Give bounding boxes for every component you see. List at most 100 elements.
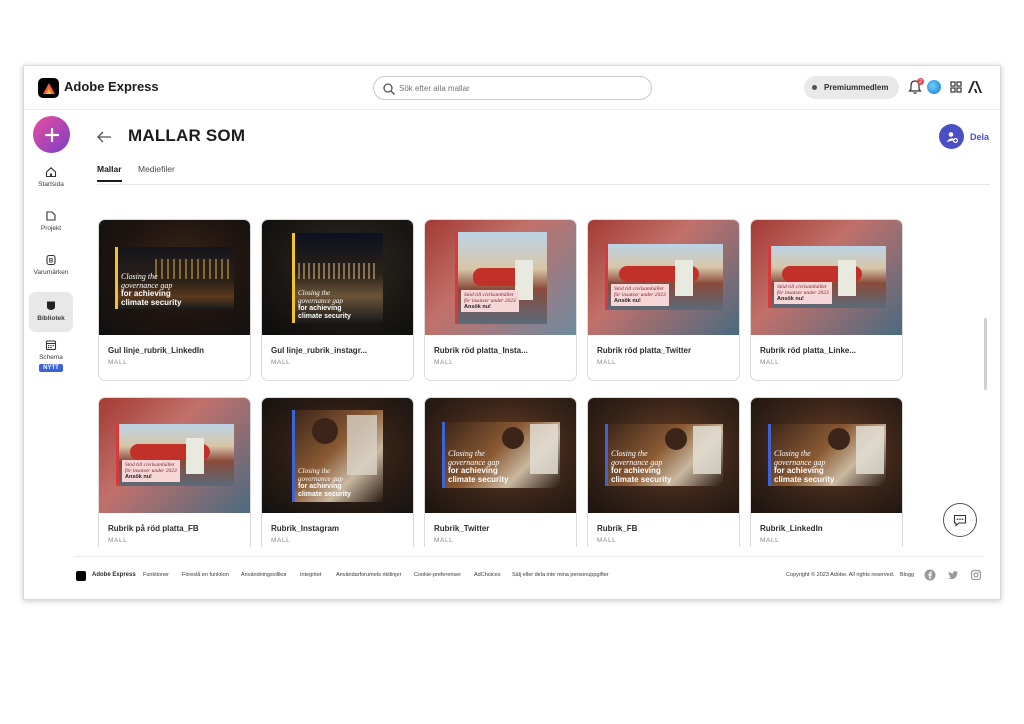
footer-brand: Adobe Express bbox=[92, 572, 136, 578]
template-grid: Closing the governance gap for achieving… bbox=[98, 219, 908, 547]
sidebar-item-projekt[interactable]: Projekt bbox=[29, 210, 73, 240]
card-subtitle: MALL bbox=[760, 359, 780, 366]
template-card[interactable]: Stöd till civilsamhället för insatser un… bbox=[98, 397, 251, 547]
template-thumbnail: Closing the governance gap for achieving… bbox=[425, 398, 576, 513]
footer-link[interactable]: Sälj eller dela inte mina personuppgifte… bbox=[512, 572, 609, 578]
template-thumbnail: Closing the governance gap for achieving… bbox=[262, 220, 413, 335]
template-thumbnail: Closing the governance gap for achieving… bbox=[99, 220, 250, 335]
calendar-icon bbox=[45, 340, 57, 351]
search-icon bbox=[383, 83, 395, 95]
footer-logo-icon bbox=[76, 571, 86, 581]
card-art-bold: Ansök nu! bbox=[125, 474, 152, 480]
card-art-line: governance gap bbox=[298, 474, 343, 483]
sidebar-item-label: Schema bbox=[39, 354, 63, 361]
app-title[interactable]: Adobe Express bbox=[64, 79, 159, 94]
scrollbar[interactable] bbox=[984, 318, 987, 390]
template-thumbnail: Stöd till civilsamhället för insatser un… bbox=[588, 220, 739, 335]
card-title: Rubrik röd platta_Twitter bbox=[597, 346, 692, 355]
card-subtitle: MALL bbox=[271, 537, 291, 544]
footer-link[interactable]: Cookie-preferenser bbox=[414, 572, 461, 578]
top-bar: Adobe Express Premiummedlem 2 bbox=[24, 66, 1000, 110]
premium-dot-icon bbox=[812, 85, 817, 90]
card-subtitle: MALL bbox=[271, 359, 291, 366]
footer: Adobe Express Funktioner Föreslå en funk… bbox=[74, 556, 984, 596]
card-subtitle: MALL bbox=[434, 537, 454, 544]
sidebar-item-label: Bibliotek bbox=[37, 315, 65, 322]
template-card[interactable]: Closing the governance gap for achieving… bbox=[261, 219, 414, 381]
card-art-bold: for achieving bbox=[298, 305, 342, 312]
template-thumbnail: Stöd till civilsamhället för insatser un… bbox=[751, 220, 902, 335]
template-card[interactable]: Closing the governance gap for achieving… bbox=[587, 397, 740, 547]
svg-text:B: B bbox=[49, 259, 54, 265]
chat-button[interactable] bbox=[943, 503, 977, 537]
share-label[interactable]: Dela bbox=[970, 132, 989, 142]
sidebar-item-varumarken[interactable]: B Varumärken bbox=[29, 254, 73, 284]
premium-button[interactable]: Premiummedlem bbox=[804, 76, 899, 99]
card-art-bold: Ansök nu! bbox=[464, 304, 491, 310]
sidebar-item-bibliotek[interactable]: Bibliotek bbox=[29, 292, 73, 332]
avatar[interactable] bbox=[927, 80, 941, 94]
home-icon bbox=[45, 167, 57, 178]
card-art-bold: Ansök nu! bbox=[777, 296, 804, 302]
sidebar-item-startsida[interactable]: Startsida bbox=[29, 166, 73, 196]
instagram-icon[interactable] bbox=[970, 569, 982, 581]
plus-icon bbox=[44, 127, 59, 142]
footer-link[interactable]: AdChoices bbox=[474, 572, 501, 578]
card-subtitle: MALL bbox=[434, 359, 454, 366]
card-subtitle: MALL bbox=[108, 537, 128, 544]
template-card[interactable]: Closing the governance gap for achieving… bbox=[98, 219, 251, 381]
app-window: Adobe Express Premiummedlem 2 Startsida … bbox=[23, 65, 1001, 600]
sidebar-item-label: Projekt bbox=[40, 225, 62, 232]
card-title: Rubrik_LinkedIn bbox=[760, 524, 823, 533]
share-button[interactable] bbox=[939, 124, 964, 149]
create-button[interactable] bbox=[33, 116, 70, 153]
sidebar-item-schema[interactable]: Schema NYTT bbox=[29, 339, 73, 383]
add-person-icon bbox=[946, 131, 958, 143]
template-thumbnail: Closing the governance gap for achieving… bbox=[262, 398, 413, 513]
copyright: Copyright © 2023 Adobe. All rights reser… bbox=[786, 572, 895, 578]
card-subtitle: MALL bbox=[597, 537, 617, 544]
card-title: Gul linje_rubrik_LinkedIn bbox=[108, 346, 205, 355]
card-title: Rubrik röd platta_Linke... bbox=[760, 346, 857, 355]
premium-label: Premiummedlem bbox=[824, 83, 889, 92]
card-subtitle: MALL bbox=[597, 359, 617, 366]
brand-icon: B bbox=[46, 254, 56, 266]
template-card[interactable]: Stöd till civilsamhället för insatser un… bbox=[587, 219, 740, 381]
footer-link[interactable]: Integritet bbox=[300, 572, 321, 578]
sidebar-item-label: Startsida bbox=[38, 181, 64, 188]
footer-link[interactable]: Föreslå en funktion bbox=[182, 572, 229, 578]
template-card[interactable]: Closing the governance gap for achieving… bbox=[750, 397, 903, 547]
template-thumbnail: Closing the governance gap for achieving… bbox=[751, 398, 902, 513]
chat-icon bbox=[953, 514, 967, 527]
card-art-bold: climate security bbox=[298, 490, 351, 498]
adobe-logo-icon[interactable] bbox=[967, 79, 983, 95]
card-art-bold: climate security bbox=[121, 297, 182, 307]
tab-mediefiler[interactable]: Mediefiler bbox=[138, 164, 175, 180]
tab-mallar[interactable]: Mallar bbox=[97, 164, 122, 182]
footer-link[interactable]: Funktioner bbox=[143, 572, 169, 578]
back-arrow-icon[interactable] bbox=[96, 130, 112, 144]
new-badge: NYTT bbox=[39, 364, 63, 372]
template-card[interactable]: Stöd till civilsamhället för insatser un… bbox=[424, 219, 577, 381]
template-thumbnail: Stöd till civilsamhället för insatser un… bbox=[425, 220, 576, 335]
notification-badge: 2 bbox=[917, 78, 924, 85]
footer-link-blog[interactable]: Blogg bbox=[900, 572, 914, 578]
template-card[interactable]: Closing the governance gap for achieving… bbox=[424, 397, 577, 547]
page-title: MALLAR SOM bbox=[128, 126, 246, 145]
footer-link[interactable]: Användningsvillkor bbox=[241, 572, 287, 578]
search-input[interactable] bbox=[399, 80, 644, 97]
card-title: Gul linje_rubrik_instagr... bbox=[271, 346, 368, 355]
facebook-icon[interactable] bbox=[924, 569, 936, 581]
card-title: Rubrik_FB bbox=[597, 524, 638, 533]
apps-grid-icon[interactable] bbox=[948, 79, 964, 95]
sidebar-item-label: Varumärken bbox=[33, 269, 69, 276]
template-card[interactable]: Closing the governance gap for achieving… bbox=[261, 397, 414, 547]
template-card[interactable]: Stöd till civilsamhället för insatser un… bbox=[750, 219, 903, 381]
card-title: Rubrik_Twitter bbox=[434, 524, 490, 533]
adobe-express-logo-icon[interactable] bbox=[38, 78, 59, 98]
tab-bar: Mallar Mediefiler bbox=[97, 163, 990, 185]
search-bar[interactable] bbox=[373, 76, 652, 100]
left-rail: Startsida Projekt B Varumärken Bibliotek… bbox=[24, 110, 79, 555]
footer-link[interactable]: Användarforumets riktlinjer bbox=[336, 572, 401, 578]
twitter-icon[interactable] bbox=[947, 569, 959, 581]
